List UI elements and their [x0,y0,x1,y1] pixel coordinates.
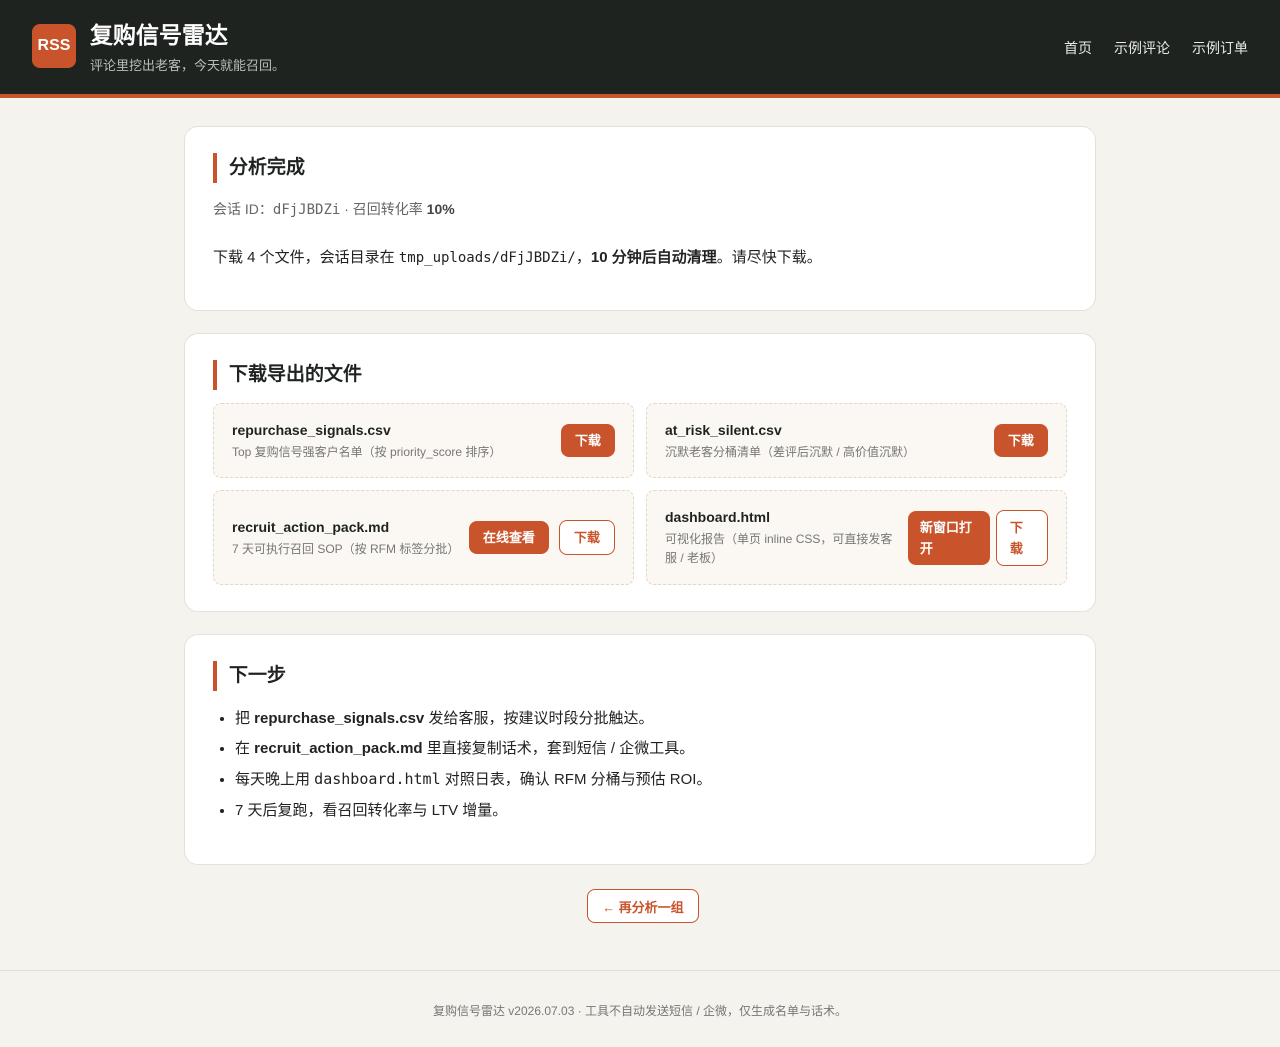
session-id: dFjJBDZi [272,202,341,218]
nav-link-sample-orders[interactable]: 示例订单 [1192,38,1248,58]
file-description: 沉默老客分桶清单（差评后沉默 / 高价值沉默） [665,445,916,459]
recall-rate: 10% [426,201,455,217]
step-text: 7 天后复跑，看召回转化率与 LTV 增量。 [235,802,508,819]
step-file: repurchase_signals.csv [254,710,425,727]
summary-card: 分析完成 会话 ID：dFjJBDZi · 召回转化率 10% 下载 4 个文件… [184,126,1096,311]
cleanup-warning: 10 分钟后自动清理 [590,249,717,266]
top-nav: 首页 示例评论 示例订单 [1064,38,1248,58]
app-header: RSS 复购信号雷达 评论里挖出老客，今天就能召回。 首页 示例评论 示例订单 [0,0,1280,98]
next-steps-card: 下一步 把 repurchase_signals.csv 发给客服，按建议时段分… [184,634,1096,865]
next-steps-list: 把 repurchase_signals.csv 发给客服，按建议时段分批触达。… [235,709,711,831]
step-file: recruit_action_pack.md [254,740,423,757]
open-new-window-button[interactable]: 新窗口打开 [908,511,990,565]
file-description: Top 复购信号强客户名单（按 priority_score 排序） [232,445,502,459]
download-button[interactable]: 下载 [559,520,615,555]
analyze-again-button[interactable]: ← 再分析一组 [587,889,699,923]
session-label: 会话 ID： [213,201,273,217]
notice-text: 。请尽快下载。 [716,249,822,266]
brand: 复购信号雷达 评论里挖出老客，今天就能召回。 [90,21,285,74]
next-steps-title: 下一步 [213,661,286,691]
step-text: 对照日表，确认 RFM 分桶与预估 ROI。 [440,771,712,788]
download-button[interactable]: 下载 [996,510,1048,566]
step-text: 每天晚上用 [235,771,315,788]
step-text: 发给客服，按建议时段分批触达。 [424,710,654,727]
file-description: 7 天可执行召回 SOP（按 RFM 标签分批） [232,542,460,556]
step-item: 7 天后复跑，看召回转化率与 LTV 增量。 [235,801,711,831]
notice-text: ， [575,249,591,266]
file-name: dashboard.html [665,509,771,525]
file-name: recruit_action_pack.md [232,519,390,535]
download-button[interactable]: 下载 [561,424,615,457]
cleanup-notice: 下载 4 个文件，会话目录在 tmp_uploads/dFjJBDZi/，10 … [213,246,822,267]
step-file: dashboard.html [314,770,441,788]
step-text: 里直接复制话术，套到短信 / 企微工具。 [422,740,695,757]
file-name: at_risk_silent.csv [665,422,782,438]
app-subtitle: 评论里挖出老客，今天就能召回。 [90,57,286,73]
app-title: 复购信号雷达 [90,21,228,48]
rate-label: · 召回转化率 [340,201,427,217]
downloads-card: 下载导出的文件 repurchase_signals.csv Top 复购信号强… [184,333,1096,612]
footer-text: 复购信号雷达 v2026.07.03 · 工具不自动发送短信 / 企微，仅生成名… [432,1004,848,1018]
file-item: repurchase_signals.csv Top 复购信号强客户名单（按 p… [213,403,634,478]
logo: RSS [32,24,76,68]
nav-link-home[interactable]: 首页 [1064,38,1092,58]
summary-title: 分析完成 [213,153,305,183]
file-name: repurchase_signals.csv [232,422,391,438]
notice-text: 下载 4 个文件，会话目录在 [213,249,399,266]
file-item: at_risk_silent.csv 沉默老客分桶清单（差评后沉默 / 高价值沉… [646,403,1067,478]
footer: 复购信号雷达 v2026.07.03 · 工具不自动发送短信 / 企微，仅生成名… [0,970,1280,1047]
step-item: 每天晚上用 dashboard.html 对照日表，确认 RFM 分桶与预估 R… [235,769,711,801]
file-item: recruit_action_pack.md 7 天可执行召回 SOP（按 RF… [213,490,634,585]
download-button[interactable]: 下载 [994,424,1048,457]
step-text: 把 [235,710,255,727]
file-item: dashboard.html 可视化报告（单页 inline CSS，可直接发客… [646,490,1067,585]
step-item: 在 recruit_action_pack.md 里直接复制话术，套到短信 / … [235,739,711,769]
step-text: 在 [235,740,255,757]
downloads-title: 下载导出的文件 [213,360,362,390]
session-dir: tmp_uploads/dFjJBDZi/ [398,250,576,266]
file-description: 可视化报告（单页 inline CSS，可直接发客服 / 老板） [665,532,893,565]
step-item: 把 repurchase_signals.csv 发给客服，按建议时段分批触达。 [235,709,711,739]
session-meta: 会话 ID：dFjJBDZi · 召回转化率 10% [213,199,455,219]
nav-link-sample-reviews[interactable]: 示例评论 [1114,38,1170,58]
view-online-button[interactable]: 在线查看 [469,521,549,554]
